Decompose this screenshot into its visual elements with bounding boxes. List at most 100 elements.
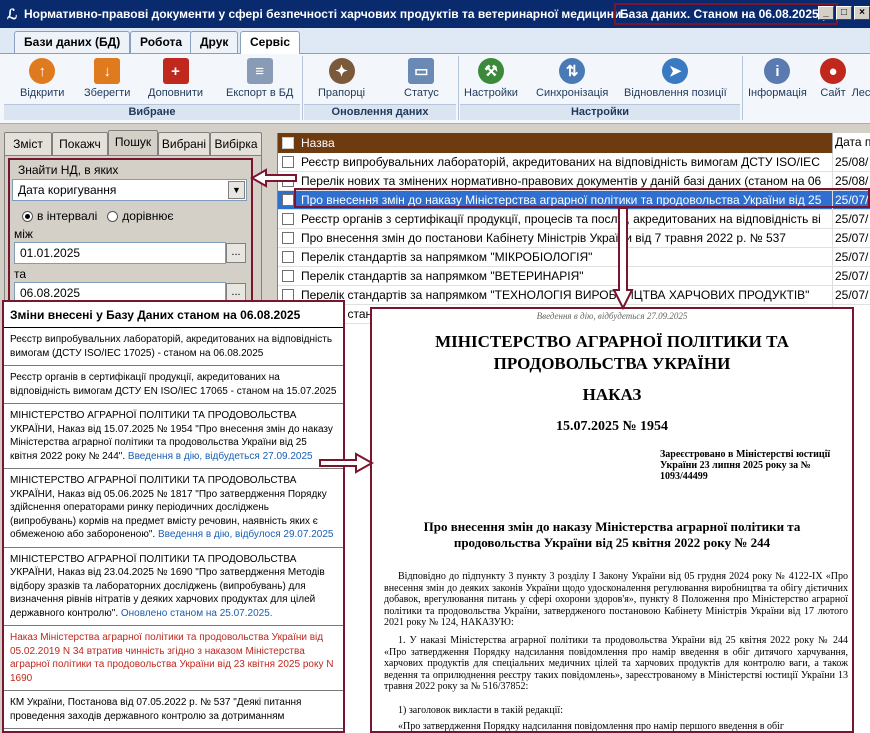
criteria-value: Дата коригування	[18, 183, 117, 197]
radio-interval[interactable]	[22, 210, 33, 222]
change-text: Реєстр випробувальних лабораторій, акред…	[10, 334, 333, 359]
list-item[interactable]: Наказ Міністерства аграрної політики та …	[4, 626, 343, 691]
add-label: Доповнити	[148, 87, 204, 99]
list-item[interactable]: МІНІСТЕРСТВО АГРАРНОЇ ПОЛІТИКИ ТА ПРОДОВ…	[4, 548, 343, 626]
tab-databases[interactable]: Бази даних (БД)	[14, 31, 131, 53]
add-button[interactable]: + Доповнити	[148, 58, 203, 99]
change-text: Реєстр органів в сертифікації продукції,…	[10, 372, 337, 397]
document-preview: Введення в дію, відбудеться 27.09.2025 М…	[370, 307, 854, 733]
pin-icon: ➤	[662, 58, 689, 84]
tab-search[interactable]: Пошук	[108, 130, 158, 156]
status-button[interactable]: ▭ Статус	[404, 58, 439, 99]
site-icon: ●	[820, 58, 846, 84]
row-date: 25/07/	[832, 267, 870, 285]
settings-button[interactable]: ⚒ Настройки	[464, 58, 518, 99]
close-button[interactable]: ×	[854, 6, 870, 20]
background-area	[854, 307, 870, 733]
row-checkbox[interactable]	[282, 270, 294, 282]
tab-selection[interactable]: Вибірка	[210, 132, 262, 156]
status-label: Статус	[404, 87, 439, 99]
table-row[interactable]: Реєстр органів з сертифікації продукції,…	[278, 210, 870, 229]
restore-position-button[interactable]: ➤ Відновлення позиції	[624, 58, 727, 99]
minimize-button[interactable]: _	[818, 6, 834, 20]
arrow-icon	[612, 207, 634, 310]
left-tabs: Зміст Покажч Пошук Вибрані Вибірка	[4, 130, 264, 156]
table-row[interactable]: Перелік стандартів за напрямком "ТЕХНОЛО…	[278, 286, 870, 305]
row-checkbox[interactable]	[282, 232, 294, 244]
doc-ministry: МІНІСТЕРСТВО АГРАРНОЇ ПОЛІТИКИ ТА ПРОДОВ…	[435, 332, 789, 373]
flags-button[interactable]: ✦ Прапорці	[318, 58, 365, 99]
info-label: Інформація	[748, 87, 807, 99]
export-label: Експорт в БД	[226, 87, 294, 99]
radio-equal[interactable]	[107, 210, 119, 222]
row-date: 25/07/	[832, 210, 870, 228]
tab-print[interactable]: Друк	[190, 31, 239, 53]
list-item[interactable]: Реєстр органів в сертифікації продукції,…	[4, 366, 343, 404]
tab-work[interactable]: Робота	[130, 31, 193, 53]
col-date-header[interactable]: Дата п	[832, 133, 870, 153]
date-from-input[interactable]: 01.01.2025	[14, 242, 226, 264]
save-label: Зберегти	[84, 87, 131, 99]
save-button[interactable]: ↓ Зберегти	[84, 58, 130, 99]
maximize-button[interactable]: □	[836, 6, 852, 20]
group-settings: Настройки	[460, 104, 740, 120]
table-row[interactable]: Про внесення змін до постанови Кабінету …	[278, 229, 870, 248]
doc-type: НАКАЗ	[582, 385, 642, 404]
doc-date: 15.07.2025 № 1954	[555, 419, 669, 434]
forest-label: Лес	[851, 87, 870, 99]
row-name: Перелік стандартів за напрямком "МІКРОБІ…	[301, 250, 593, 264]
doc-paragraph: Відповідно до підпункту 3 пункту 3 розді…	[384, 571, 848, 628]
row-checkbox[interactable]	[282, 251, 294, 263]
row-checkbox[interactable]	[282, 213, 294, 225]
row-name: Перелік стандартів за напрямком "ТЕХНОЛО…	[301, 288, 810, 302]
save-icon: ↓	[94, 58, 121, 84]
arrow-icon	[250, 168, 297, 188]
date-from-picker-button[interactable]: ...	[226, 243, 246, 263]
list-item[interactable]: МІНІСТЕРСТВО АГРАРНОЇ ПОЛІТИКИ ТА ПРОДОВ…	[4, 404, 343, 469]
criteria-select[interactable]: Дата коригування ▼	[12, 179, 247, 201]
select-all-checkbox[interactable]	[282, 137, 294, 149]
ribbon: ↑ Відкрити ↓ Зберегти + Доповнити ≡ Експорт …	[0, 54, 870, 124]
sync-button[interactable]: ⇅ Синхронізація	[536, 58, 608, 99]
row-date: 25/07/	[832, 229, 870, 247]
separator	[742, 56, 743, 120]
restore-position-label: Відновлення позиції	[624, 87, 727, 99]
row-date: 25/08/	[832, 153, 870, 171]
tab-index[interactable]: Покажч	[52, 132, 108, 156]
tab-favorites[interactable]: Вибрані	[158, 132, 210, 156]
row-name: Реєстр органів з сертифікації продукції,…	[301, 212, 821, 226]
export-button[interactable]: ≡ Експорт в БД	[226, 58, 293, 99]
tools-icon: ⚒	[477, 58, 504, 84]
doc-paragraph: «Про затвердження Порядку надсилання пов…	[398, 721, 784, 732]
db-status: База даних. Станом на 06.08.2025 р.	[614, 3, 838, 25]
flags-label: Прапорці	[318, 87, 366, 99]
row-date: 25/07/	[832, 286, 870, 304]
col-name-header[interactable]: Назва	[301, 136, 335, 150]
change-note: Введення в дію, відбулося 29.07.2025	[157, 529, 334, 540]
list-item[interactable]: КМ України, Постанова від 07.05.2022 р. …	[4, 691, 343, 729]
open-icon: ↑	[29, 58, 56, 84]
chevron-down-icon[interactable]: ▼	[228, 181, 245, 199]
search-form: Знайти НД, в яких Дата коригування ▼ в ін…	[8, 158, 253, 308]
list-item[interactable]: МІНІСТЕРСТВО АГРАРНОЇ ПОЛІТИКИ ТА ПРОДОВ…	[4, 469, 343, 548]
status-icon: ▭	[408, 58, 435, 84]
table-row[interactable]: Перелік стандартів за напрямком "ВЕТЕРИН…	[278, 267, 870, 286]
database-icon: ≡	[246, 58, 273, 84]
info-button[interactable]: i Інформація	[748, 58, 807, 99]
list-item[interactable]: Реєстр випробувальних лабораторій, акред…	[4, 328, 343, 366]
group-data-update: Оновлення даних	[304, 104, 456, 120]
forest-icon	[848, 58, 870, 84]
doc-registration: Зареєстровано в Міністерстві юстиції Укр…	[660, 449, 831, 482]
tab-service[interactable]: Сервіс	[240, 31, 301, 55]
site-button[interactable]: ● Сайт	[820, 58, 846, 99]
tab-contents[interactable]: Зміст	[4, 132, 52, 156]
ribbon-tabs: Бази даних (БД) Робота Друк Сервіс	[0, 28, 870, 55]
arrow-icon	[319, 452, 374, 474]
forest-button[interactable]: Лес	[848, 58, 870, 99]
open-button[interactable]: ↑ Відкрити	[20, 58, 64, 99]
table-row[interactable]: Реєстр випробувальних лабораторій, акред…	[278, 153, 870, 172]
row-checkbox[interactable]	[282, 156, 294, 168]
table-row[interactable]: Перелік стандартів за напрямком "МІКРОБІ…	[278, 248, 870, 267]
doc-paragraph: 1. У наказі Міністерства аграрної політи…	[384, 635, 848, 692]
row-checkbox[interactable]	[282, 194, 294, 206]
